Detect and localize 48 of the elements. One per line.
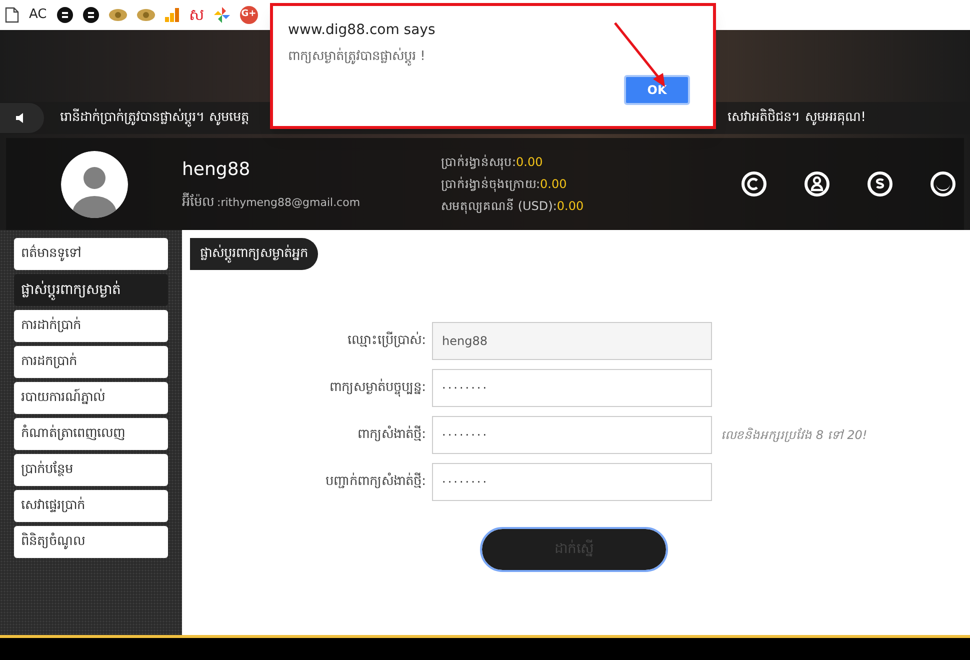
speaker-button[interactable] xyxy=(0,103,44,133)
bar-chart-icon[interactable] xyxy=(164,8,179,22)
balance-label: សមតុល្យគណនី (USD): xyxy=(441,198,557,215)
sidebar-item[interactable]: ប្រាក់បន្ថែម xyxy=(14,454,168,486)
marquee-text: សេវាអតិថិជន។ សូមអរគុណ! xyxy=(728,108,866,128)
page-icon[interactable] xyxy=(5,7,19,23)
balance-label: ប្រាក់រង្វាន់ចុងក្រោយ: xyxy=(441,176,540,193)
sidebar-item[interactable]: សេវាផ្ទេរប្រាក់ xyxy=(14,490,168,522)
input-field[interactable]: ········ xyxy=(432,463,712,501)
copyright-icon[interactable] xyxy=(741,171,767,197)
bookmark-link[interactable]: AC xyxy=(29,5,47,25)
sidebar-item[interactable]: កំណាត់ត្រាពេញលេញ xyxy=(14,418,168,450)
coin-logo-icon[interactable] xyxy=(136,8,155,22)
user-name: heng88 xyxy=(182,158,252,182)
avatar-icon xyxy=(60,150,128,218)
coin-logo-icon[interactable] xyxy=(108,8,127,22)
field-hint: លេខនិងអក្សរប្រវែង 8 ទៅ 20! xyxy=(721,426,868,444)
section-title: ផ្លាស់ប្តូរពាក្យសម្ងាត់អ្នក xyxy=(190,238,318,270)
input-field[interactable]: ········ xyxy=(432,369,712,407)
crescent-icon[interactable] xyxy=(930,171,956,197)
dialog-message: ពាក្យសម្ងាត់ត្រូវបានផ្លាស់ប្តូរ ! xyxy=(288,47,426,66)
input-field[interactable]: ········ xyxy=(432,416,712,454)
user-icon[interactable] xyxy=(804,171,830,197)
balance-value: 0.00 xyxy=(540,176,567,193)
field-label: ឈ្មោះប្រើប្រាស់: xyxy=(346,331,427,350)
ok-button[interactable]: OK xyxy=(624,74,690,104)
pinwheel-icon[interactable] xyxy=(214,7,230,23)
dollar-icon[interactable] xyxy=(867,171,893,197)
bookmark-link[interactable]: ស xyxy=(188,3,204,27)
circle-logo-icon[interactable] xyxy=(82,7,99,23)
sidebar-item[interactable]: ពិនិត្យចំណូល xyxy=(14,526,168,558)
sidebar-item[interactable]: ផ្លាស់ប្តូរពាក្យសម្ងាត់ xyxy=(14,274,168,306)
sidebar-item[interactable]: ពត៌មានទូទៅ xyxy=(14,238,168,270)
balance-value: 0.00 xyxy=(516,154,543,171)
bookmark-link[interactable]: G+ xyxy=(240,6,258,24)
balance-value: 0.00 xyxy=(556,198,584,215)
balance-label: ប្រាក់រង្វាន់សរុប: xyxy=(441,154,516,171)
field-label: ពាក្យសម្ងាត់បច្ចុប្បន្ន: xyxy=(328,378,427,398)
dialog-title: www.dig88.com says xyxy=(288,21,436,40)
sidebar-item[interactable]: ការដកប្រាក់ xyxy=(14,346,168,378)
sidebar-item[interactable]: ការដាក់ប្រាក់ xyxy=(14,310,168,342)
email-label: អ៊ីម៉ែល xyxy=(182,192,214,212)
marquee-text: រោនីដាក់ប្រាក់ត្រូវបានផ្លាស់ប្តូរ។ សូមមេត្ត xyxy=(60,108,250,128)
field-label: ពាក្យសំងាត់ថ្មី: xyxy=(356,425,427,444)
sidebar-item[interactable]: របាយការណ៍ភ្នាល់ xyxy=(14,382,168,414)
circle-logo-icon[interactable] xyxy=(56,7,73,23)
field-label: បញ្ជាក់ពាក្យសំងាត់ថ្មី: xyxy=(324,472,427,492)
email-value: :rithymeng88@gmail.com xyxy=(217,194,360,211)
